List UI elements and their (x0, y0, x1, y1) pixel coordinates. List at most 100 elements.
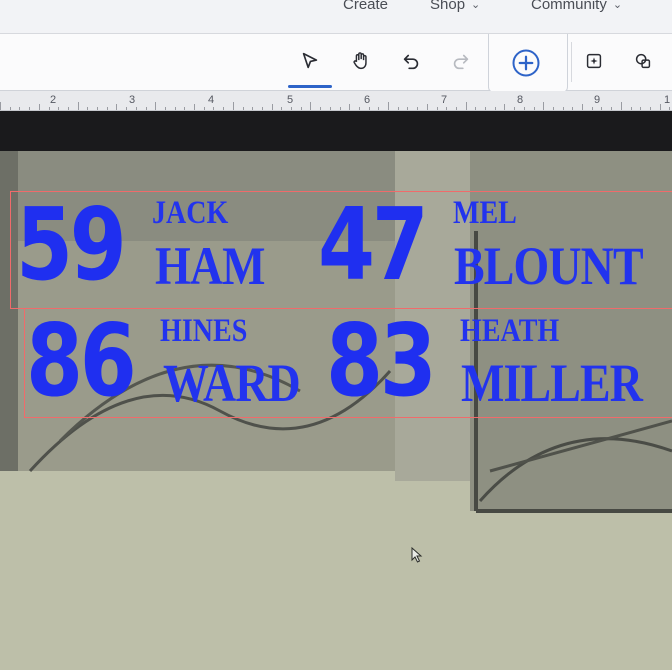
ruler-label: 2 (50, 94, 57, 106)
pan-tool-button[interactable] (346, 46, 376, 76)
ruler-tick (194, 104, 195, 110)
ruler-tick (164, 107, 166, 110)
ruler-tick (388, 102, 389, 110)
ruler-tick (426, 104, 428, 110)
redo-button[interactable] (446, 46, 476, 76)
nav-shop-label: Shop (430, 0, 466, 13)
player-number[interactable]: 86 (26, 311, 137, 411)
ruler-tick (591, 107, 593, 110)
ruler-tick (601, 107, 603, 110)
toolbar-divider (571, 42, 572, 82)
ruler-tick (339, 107, 341, 110)
shapes-button[interactable] (628, 46, 658, 76)
ruler-tick (562, 107, 564, 110)
ruler-tick (455, 107, 457, 110)
ruler-tick (649, 107, 651, 110)
ruler-tick (320, 107, 322, 110)
ruler-label: 9 (594, 94, 601, 106)
player-number[interactable]: 83 (326, 311, 437, 411)
ruler-tick (465, 102, 467, 110)
selection-guide (10, 191, 11, 309)
ruler-tick (494, 107, 496, 110)
ruler-tick (67, 107, 69, 110)
player-first-name[interactable]: HEATH (460, 315, 559, 348)
ruler-tick (261, 107, 263, 110)
ruler-label: 8 (517, 94, 524, 106)
ruler-tick (281, 107, 283, 110)
ruler-tick (446, 107, 448, 110)
chevron-down-icon: ⌄ (612, 0, 623, 11)
ruler-tick (0, 102, 1, 110)
ruler-label: 6 (364, 94, 371, 106)
nav-shop[interactable]: Shop ⌄ (430, 0, 480, 13)
ruler-tick (397, 107, 399, 110)
nav-community[interactable]: Community ⌄ (531, 0, 622, 13)
ruler-tick (514, 107, 516, 110)
ruler-tick (329, 107, 331, 110)
select-tool-button[interactable] (288, 46, 332, 88)
ruler-tick (543, 102, 545, 110)
player-first-name[interactable]: HINES (160, 315, 247, 348)
ruler-tick (203, 107, 205, 110)
nav-community-label: Community (531, 0, 607, 13)
canvas-toolbar (0, 34, 672, 93)
ruler-tick (485, 107, 486, 110)
ruler-tick (252, 107, 254, 110)
ruler-tick (533, 107, 535, 110)
add-panel (488, 34, 568, 93)
ruler-label: 4 (208, 94, 215, 106)
ruler-tick (48, 107, 50, 110)
ruler-tick (358, 107, 360, 110)
undo-icon (403, 54, 419, 70)
ruler-tick (87, 107, 89, 110)
ruler-tick (242, 107, 244, 110)
ruler-tick (620, 102, 622, 110)
ruler-tick (58, 107, 60, 110)
shapes-icon (635, 53, 651, 69)
ruler-tick (9, 107, 11, 110)
add-element-button[interactable] (511, 48, 541, 78)
ruler-label: 7 (441, 94, 448, 106)
ruler-tick (145, 107, 147, 110)
horizontal-ruler: 2 3 4 5 6 7 8 9 1 (0, 91, 672, 111)
redo-icon (453, 54, 469, 70)
design-canvas[interactable]: 59 JACK HAM 47 MEL BLOUNT 86 HINES WARD … (0, 111, 672, 670)
ruler-tick (417, 107, 419, 110)
ruler-tick (552, 107, 554, 110)
player-last-name[interactable]: WARD (163, 356, 301, 410)
player-last-name[interactable]: HAM (155, 239, 265, 293)
ruler-tick (38, 104, 40, 110)
ruler-tick (378, 107, 380, 110)
ruler-tick (630, 107, 632, 110)
player-number[interactable]: 47 (318, 195, 429, 295)
ruler-tick (97, 107, 98, 110)
select-arrow-icon (302, 52, 318, 69)
ruler-tick (640, 107, 642, 110)
player-first-name[interactable]: JACK (152, 197, 228, 230)
ruler-tick (611, 107, 613, 110)
ruler-label: 5 (287, 94, 294, 106)
nav-create[interactable]: Create (343, 0, 388, 13)
ruler-tick (116, 104, 118, 110)
ruler-tick (184, 107, 186, 110)
ruler-tick (436, 107, 438, 110)
ruler-tick (155, 102, 157, 110)
sparkle-edit-icon (586, 53, 602, 69)
player-last-name[interactable]: MILLER (461, 356, 643, 410)
ruler-tick (29, 107, 31, 110)
ruler-tick (504, 104, 506, 110)
ruler-tick (300, 107, 302, 110)
ruler-tick (475, 107, 477, 110)
ruler-tick (310, 102, 312, 110)
ruler-tick (135, 107, 137, 110)
magic-edit-button[interactable] (579, 46, 609, 76)
player-last-name[interactable]: BLOUNT (454, 239, 644, 293)
player-first-name[interactable]: MEL (453, 197, 517, 230)
player-number[interactable]: 59 (16, 195, 127, 295)
ruler-tick (582, 104, 583, 110)
chevron-down-icon: ⌄ (471, 0, 481, 11)
undo-button[interactable] (396, 46, 426, 76)
ruler-tick (106, 107, 108, 110)
ruler-label: 3 (129, 94, 136, 106)
ruler-tick (213, 107, 215, 110)
